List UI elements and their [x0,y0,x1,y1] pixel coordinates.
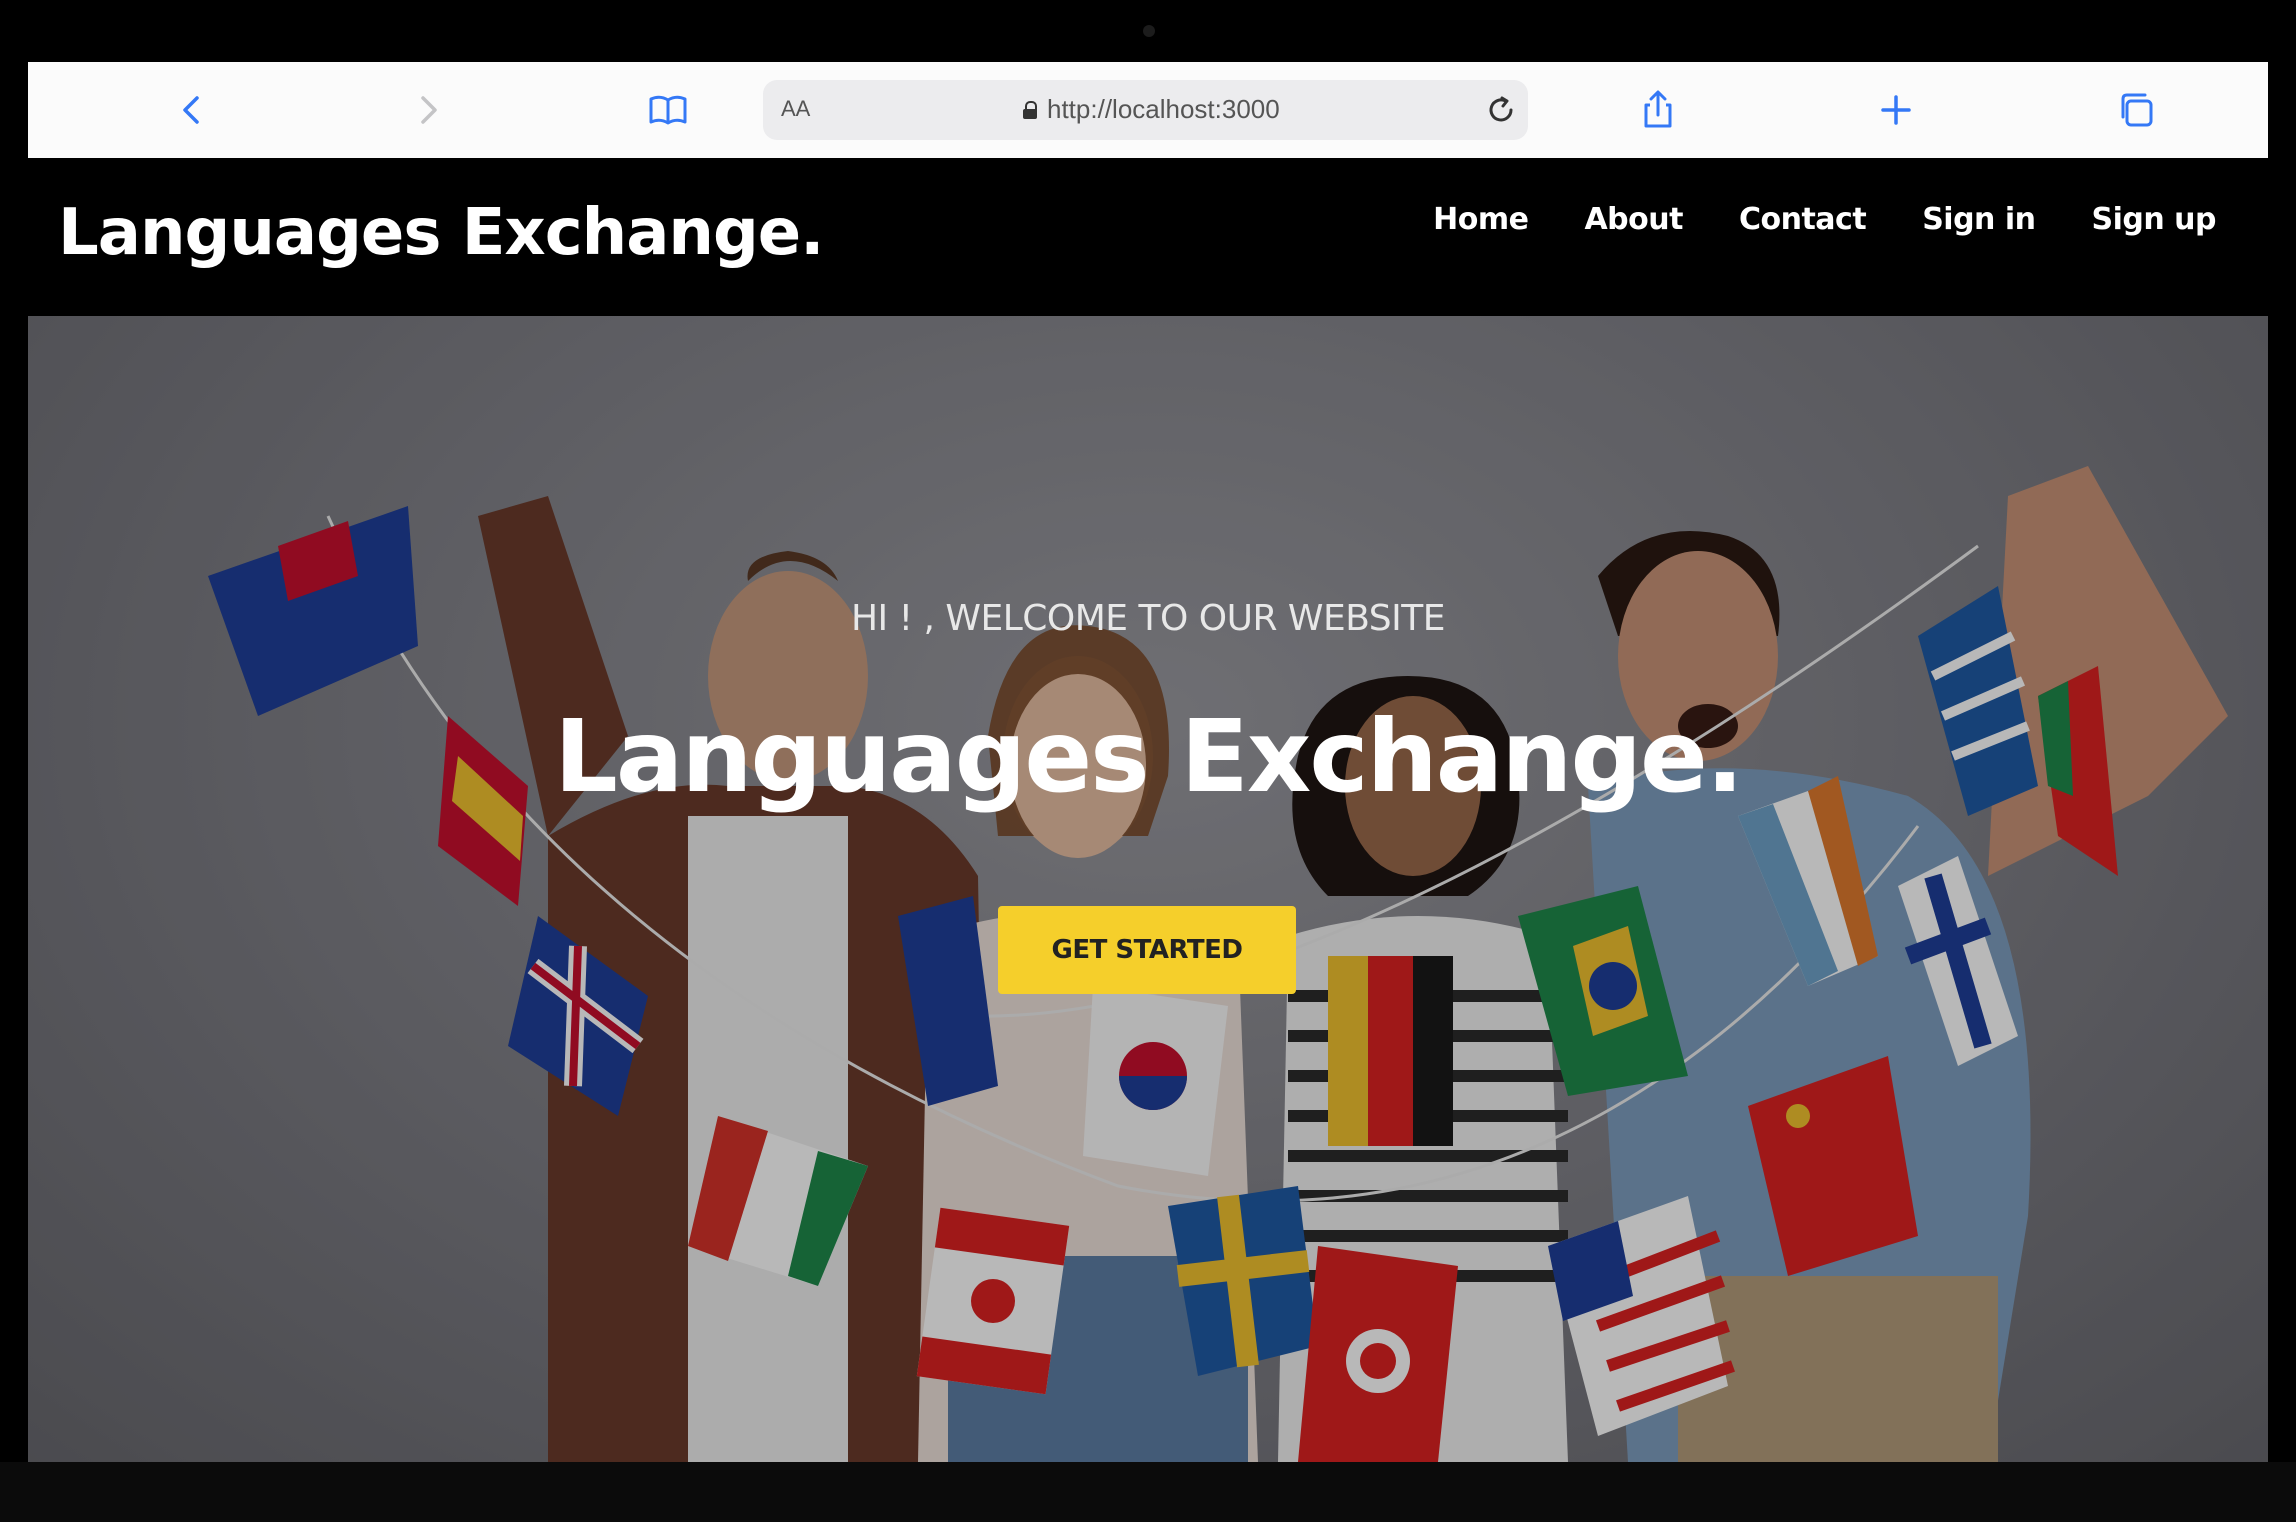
reader-mode-button[interactable]: AA [781,96,810,122]
get-started-button[interactable]: GET STARTED [998,906,1296,994]
hero-section: HI ! , WELCOME TO OUR WEBSITE Languages … [28,316,2268,1462]
site-header: Languages Exchange. Home About Contact S… [28,158,2268,316]
nav-about[interactable]: About [1584,202,1683,237]
nav-sign-up[interactable]: Sign up [2092,202,2217,237]
url-text: http://localhost:3000 [1047,94,1280,124]
forward-icon[interactable] [404,86,452,134]
browser-toolbar: AA http://localhost:3000 [28,62,2268,159]
lock-icon [1023,100,1037,119]
main-nav: Home About Contact Sign in Sign up [1433,202,2216,237]
hero-overlay [28,316,2268,1462]
device-bezel-bottom [0,1462,2296,1522]
tabs-icon[interactable] [2112,86,2160,134]
address-bar[interactable]: AA http://localhost:3000 [763,80,1528,140]
share-icon[interactable] [1634,86,1682,134]
bookmarks-icon[interactable] [644,86,692,134]
nav-sign-in[interactable]: Sign in [1922,202,2036,237]
new-tab-icon[interactable] [1872,86,1920,134]
nav-contact[interactable]: Contact [1739,202,1867,237]
hero-welcome-text: HI ! , WELCOME TO OUR WEBSITE [850,598,1446,639]
reload-icon[interactable] [1481,90,1521,130]
back-icon[interactable] [168,86,216,134]
hero-title: Languages Exchange. [554,698,1744,815]
url-display: http://localhost:3000 [1023,94,1280,125]
brand-logo[interactable]: Languages Exchange. [58,196,824,270]
nav-home[interactable]: Home [1433,202,1529,237]
camera-dot [1143,25,1155,37]
browser-window: AA http://localhost:3000 Languages Excha… [28,62,2268,1462]
